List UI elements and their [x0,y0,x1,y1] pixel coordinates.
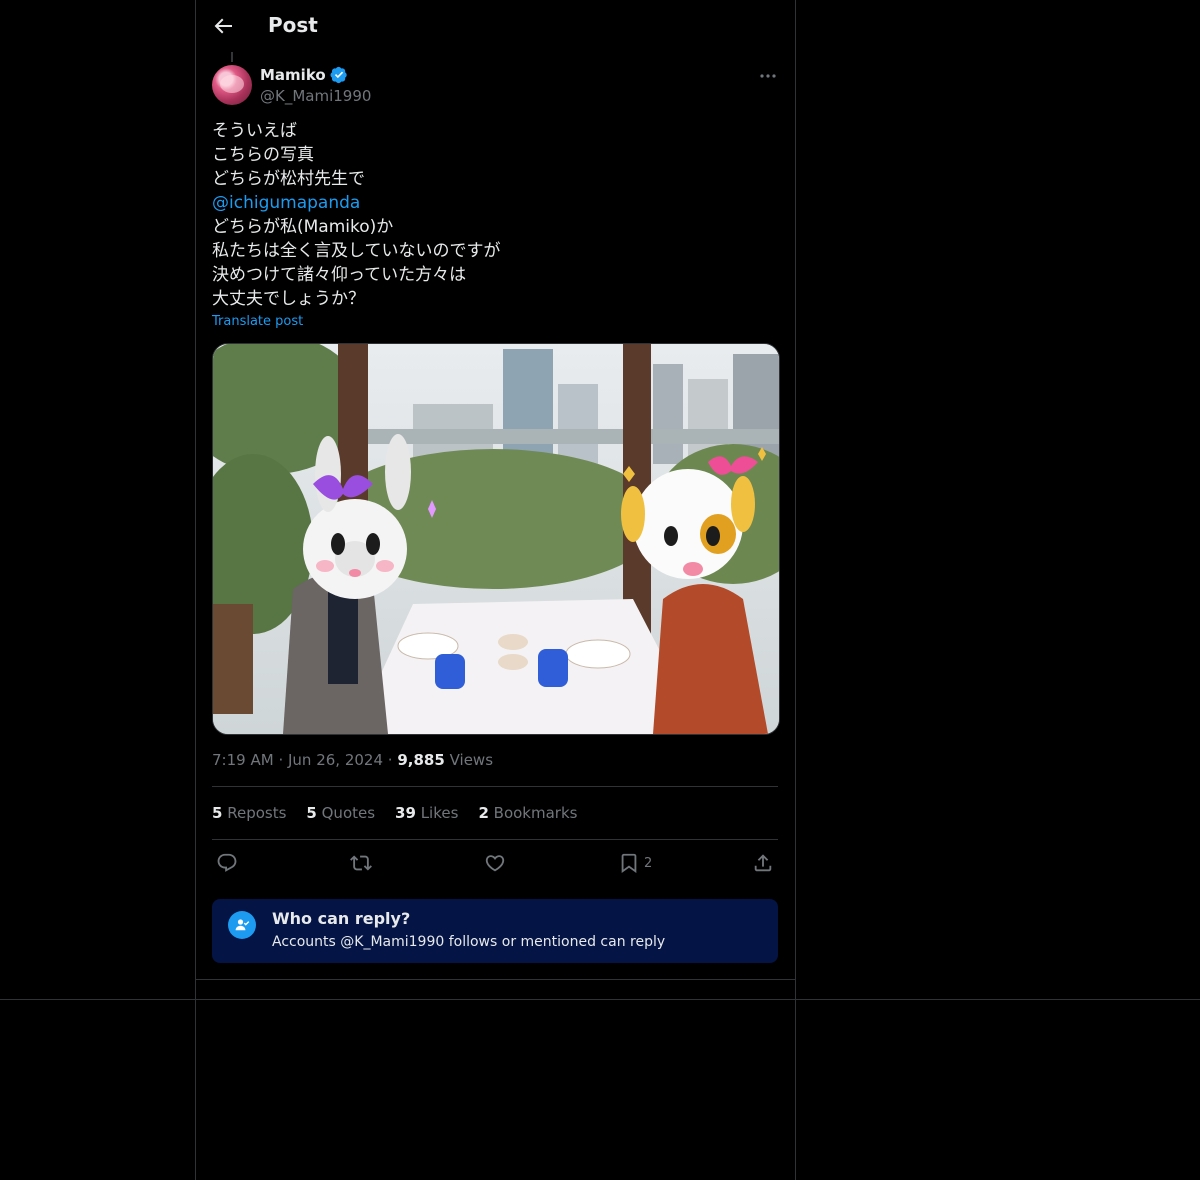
post-text-line: 私たちは全く言及していないのですが [212,241,501,261]
bookmarks-label: Bookmarks [493,804,578,822]
user-check-icon [228,911,256,939]
views-count: 9,885 [397,751,445,769]
stats-divider-top [212,786,778,787]
likes-count: 39 [395,804,416,822]
repost-button[interactable] [350,850,372,876]
bookmark-icon [621,853,637,874]
page-title: Post [268,13,318,37]
bookmarks-count: 2 [478,804,489,822]
post-text-line: どちらが松村先生で [212,169,365,189]
author-name-text[interactable]: Mamiko [260,66,326,84]
bookmark-button[interactable]: 2 [618,850,652,876]
repost-icon [350,855,372,871]
page-divider [0,999,1200,1000]
verified-badge-icon [330,66,347,84]
meta-separator: · [278,751,284,769]
post-time[interactable]: 7:19 AM [212,751,274,769]
reply-button[interactable] [216,850,238,876]
reply-icon [217,853,237,872]
arrow-left-icon[interactable] [211,14,235,38]
post-stats: 5 Reposts 5 Quotes 39 Likes 2 Bookmarks [212,804,577,822]
who-can-reply-box: Who can reply? Accounts @K_Mami1990 foll… [212,899,778,963]
post-divider [195,979,795,980]
reposts-count: 5 [212,804,223,822]
meta-separator: · [387,751,393,769]
post-text-line: 大丈夫でしょうか？ [212,289,365,309]
bookmark-count: 2 [644,855,653,871]
action-bar: 2 [212,850,778,876]
heart-icon [485,855,505,872]
page-header: Post [195,0,795,54]
author-handle[interactable]: @K_Mami1990 [260,87,371,105]
share-button[interactable] [752,850,774,876]
more-options-icon[interactable] [756,64,780,88]
stats-divider-bottom [212,839,778,840]
post-meta: 7:19 AM · Jun 26, 2024 · 9,885 Views [212,751,493,769]
photo-illustration [213,344,779,734]
like-button[interactable] [484,850,506,876]
quotes-stat[interactable]: 5 Quotes [306,804,375,822]
post-text-line: こちらの写真 [212,145,314,165]
who-can-reply-subtitle: Accounts @K_Mami1990 follows or mentione… [272,934,666,950]
post-text: そういえば こちらの写真 どちらが松村先生で @ichigumapanda どち… [212,119,501,311]
views-label: Views [449,751,494,769]
bookmarks-stat[interactable]: 2 Bookmarks [478,804,577,822]
likes-stat[interactable]: 39 Likes [395,804,458,822]
share-icon [754,854,772,872]
reposts-label: Reposts [227,804,287,822]
reposts-stat[interactable]: 5 Reposts [212,804,286,822]
author-name[interactable]: Mamiko [260,66,348,84]
quotes-count: 5 [306,804,317,822]
post-text-line: 決めつけて諸々仰っていた方々は [212,265,467,285]
thread-line [231,52,233,62]
quotes-label: Quotes [321,804,376,822]
translate-post-link[interactable]: Translate post [212,314,303,329]
post-photo[interactable] [212,343,780,735]
avatar[interactable] [212,65,252,105]
who-can-reply-title: Who can reply? [272,909,411,928]
post-text-line: そういえば [212,121,297,141]
post-date[interactable]: Jun 26, 2024 [288,751,383,769]
post-text-line: どちらが私(Mamiko)か [212,217,394,237]
likes-label: Likes [420,804,459,822]
mention-link[interactable]: @ichigumapanda [212,191,501,215]
